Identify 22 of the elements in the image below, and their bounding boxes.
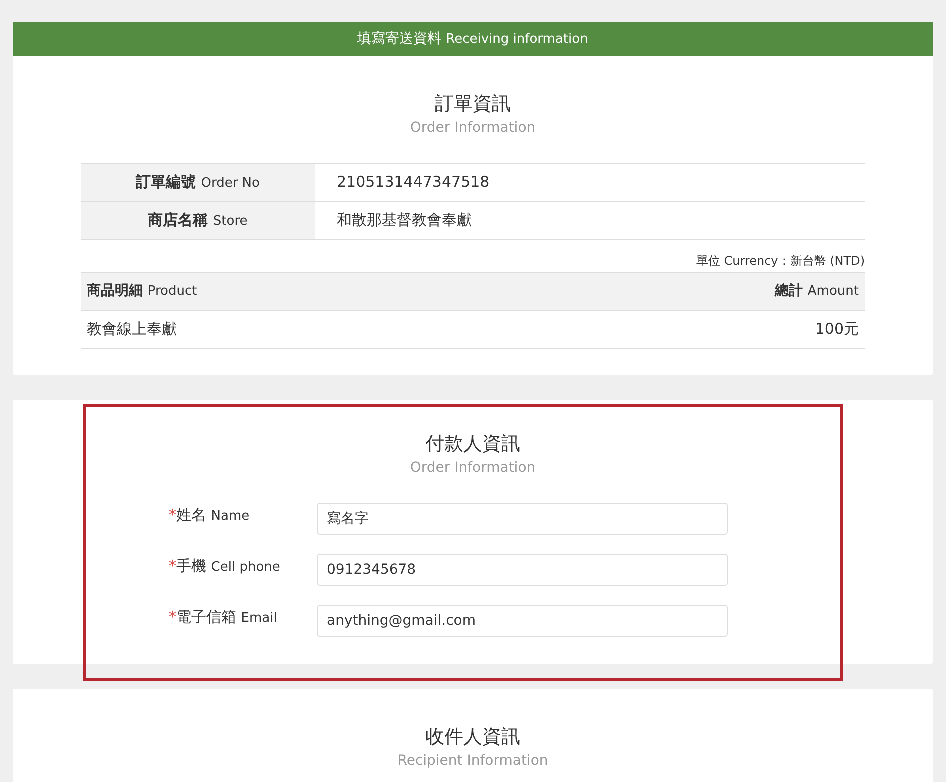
- input-field[interactable]: 寫名字: [317, 503, 728, 535]
- section-subtitle: Order Information: [409, 119, 537, 138]
- section-subtitle: Recipient Information: [396, 752, 550, 771]
- product-cell: 教會線上奉獻: [81, 310, 520, 348]
- amount-cell: 100元: [520, 310, 865, 348]
- section-title: 收件人資訊: [424, 725, 522, 750]
- column-header: 總計 Amount: [520, 272, 865, 310]
- detail-label: 訂單編號 Order No: [81, 164, 315, 202]
- section-subtitle: Order Information: [409, 459, 537, 478]
- input-field[interactable]: 0912345678: [317, 554, 728, 586]
- section-title: 訂單資訊: [434, 92, 512, 117]
- field-label: *姓名 Name: [169, 504, 251, 526]
- detail-value: 和散那基督教會奉獻: [315, 202, 865, 240]
- field-label: *電子信箱 Email: [169, 606, 278, 628]
- field-label: *手機 Cell phone: [169, 556, 282, 577]
- detail-value: 2105131447347518: [315, 164, 865, 202]
- column-header: 商品明細 Product: [81, 272, 520, 310]
- currency-note: 單位 Currency：新台幣 (NTD): [695, 253, 865, 270]
- section-title: 付款人資訊: [424, 432, 522, 457]
- detail-label: 商店名稱 Store: [81, 202, 315, 240]
- page-header-title: 填寫寄送資料 Receiving information: [358, 30, 588, 48]
- input-field[interactable]: anything@gmail.com: [317, 605, 728, 637]
